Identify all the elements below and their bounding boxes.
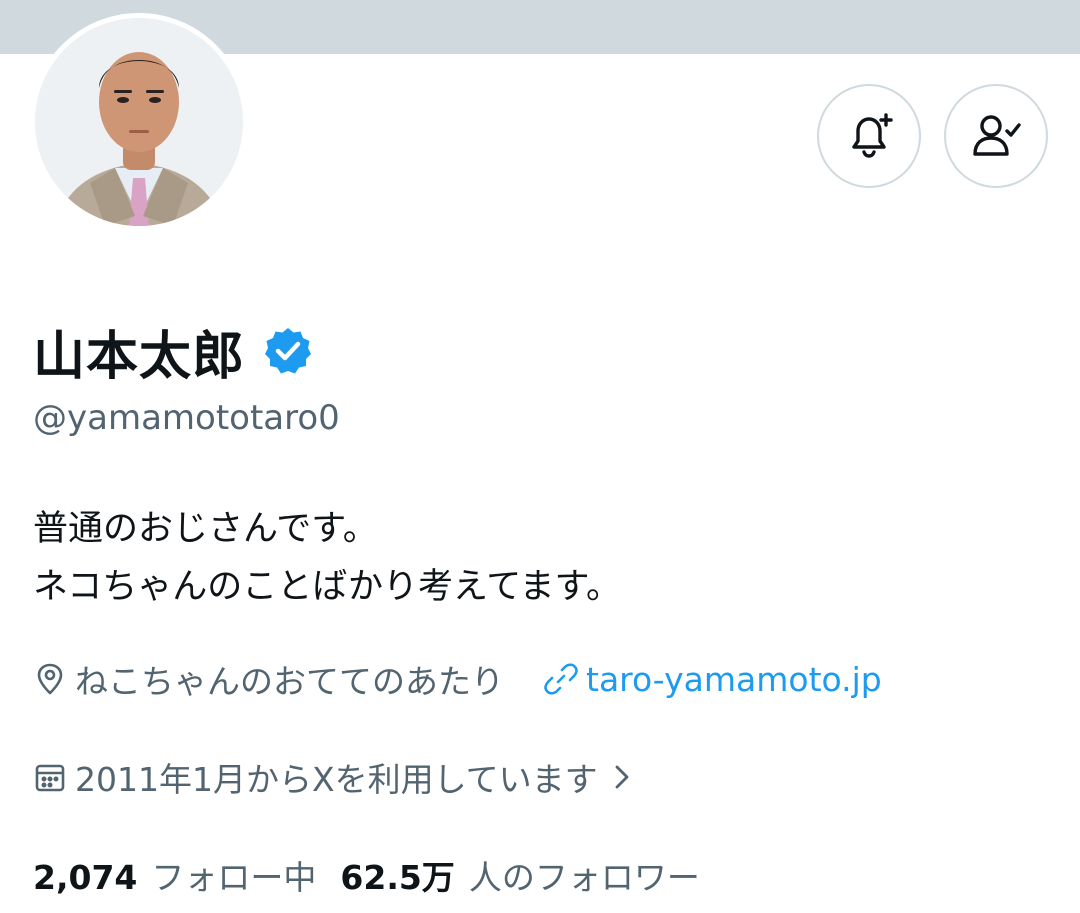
chevron-right-icon [615, 765, 629, 789]
follow-stats: 2,074 フォロー中 62.5万 人のフォロワー [33, 848, 700, 902]
display-name: 山本太郎 [33, 326, 246, 387]
link-icon [544, 663, 578, 695]
location: ねこちゃんのおててのあたり [33, 655, 504, 703]
user-handle: @yamamototaro0 [33, 398, 340, 438]
following-button[interactable] [944, 84, 1048, 188]
calendar-icon [35, 764, 65, 792]
bell-plus-icon [852, 113, 893, 158]
avatar[interactable] [30, 13, 248, 231]
bio-line: 普通のおじさんです。 [33, 509, 378, 549]
following-count: 2,074 [33, 858, 138, 897]
bio-line: ネコちゃんのことばかり考えてます。 [33, 567, 622, 607]
followers-label: 人のフォロワー [468, 858, 700, 897]
verified-badge-icon[interactable] [263, 326, 313, 376]
followers-count: 62.5万 [340, 858, 455, 897]
following-label: フォロー中 [151, 858, 317, 897]
location-text: ねこちゃんのおててのあたり [75, 662, 504, 701]
bio: 普通のおじさんです。 ネコちゃんのことばかり考えてます。 [33, 500, 621, 616]
joined-date[interactable]: 2011年1月からXを利用しています [33, 750, 640, 804]
location-pin-icon [37, 663, 63, 695]
notify-button[interactable] [817, 84, 921, 188]
website-link[interactable]: taro-yamamoto.jp [544, 660, 882, 699]
followers-stat[interactable]: 62.5万 人のフォロワー [340, 851, 699, 899]
person-check-icon [973, 115, 1021, 156]
website-text: taro-yamamoto.jp [586, 659, 882, 699]
name-row: 山本太郎 [33, 316, 313, 387]
avatar-photo [35, 18, 243, 226]
following-stat[interactable]: 2,074 フォロー中 [33, 851, 316, 899]
joined-text: 2011年1月からXを利用しています [75, 760, 598, 799]
profile-meta: ねこちゃんのおててのあたり taro-yamamoto.jp [33, 652, 882, 706]
